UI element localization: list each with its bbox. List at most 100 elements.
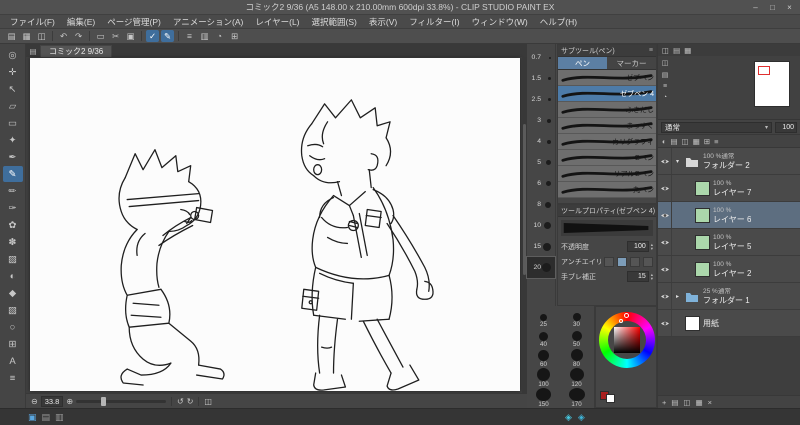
antialias-weak-button[interactable]: [617, 256, 627, 267]
folder-expand-arrow[interactable]: [674, 158, 681, 165]
tool-decoration[interactable]: ✽: [3, 234, 23, 250]
workspace-icon[interactable]: ⊞: [228, 30, 241, 42]
tool-ruler[interactable]: ≡: [3, 370, 23, 386]
menu-item[interactable]: アニメーション(A): [167, 15, 250, 29]
brush-size-preset[interactable]: 6: [527, 173, 555, 194]
pen-list-item[interactable]: Gペン: [558, 150, 656, 166]
command-icon[interactable]: [87, 30, 92, 42]
canvas[interactable]: [30, 58, 520, 391]
layers-bottom-icon[interactable]: ×: [708, 398, 712, 407]
open-icon[interactable]: ▦: [20, 30, 33, 42]
command-icon[interactable]: [176, 30, 181, 42]
redo-icon[interactable]: ↷: [72, 30, 85, 42]
command-icon[interactable]: [139, 30, 144, 42]
tool-blend[interactable]: ◐: [3, 268, 23, 284]
フォルダー 1[interactable]: 25 %通常 フォルダー 1: [658, 283, 800, 310]
snap-toggle-icon[interactable]: ✓: [146, 30, 159, 42]
brush-size-preset[interactable]: 4: [527, 131, 555, 152]
brush-size-circle[interactable]: 30: [560, 308, 593, 328]
navigator-thumbnail[interactable]: [754, 61, 790, 107]
status-icon[interactable]: ◈: [578, 412, 585, 423]
tool-figure[interactable]: ○: [3, 319, 23, 335]
brush-size-circle[interactable]: 80: [560, 348, 593, 368]
brush-size-circle[interactable]: 50: [560, 328, 593, 348]
tool-auto-select[interactable]: ✦: [3, 132, 23, 148]
status-icon[interactable]: ▥: [55, 412, 64, 423]
paste-icon[interactable]: ▣: [124, 30, 137, 42]
fit-screen-icon[interactable]: ◫: [204, 397, 212, 406]
layer-opacity-value[interactable]: 100: [775, 121, 797, 133]
menu-item[interactable]: ページ管理(P): [101, 15, 167, 29]
menu-item[interactable]: ファイル(F): [4, 15, 61, 29]
maximize-button[interactable]: □: [764, 0, 781, 15]
brush-size-preset[interactable]: 5: [527, 152, 555, 173]
document-tab[interactable]: コミック2 9/36: [40, 45, 113, 57]
zoom-slider-thumb[interactable]: [101, 396, 107, 406]
selection-icon[interactable]: ▭: [94, 30, 107, 42]
brush-size-preset[interactable]: 20: [526, 256, 556, 279]
navigator-icon[interactable]: ◔: [660, 94, 670, 101]
navigator-icon[interactable]: ≡: [660, 83, 670, 90]
zoom-value[interactable]: 33.8: [40, 395, 64, 407]
レイヤー 2[interactable]: 100 % レイヤー 2: [658, 256, 800, 283]
tool-pencil[interactable]: ✏: [3, 183, 23, 199]
folder-expand-arrow[interactable]: [674, 293, 681, 300]
layers-toolbar-icon[interactable]: ▤: [671, 137, 678, 146]
antialias-strong-button[interactable]: [643, 256, 653, 267]
hue-marker[interactable]: [624, 313, 629, 318]
rotate-right-icon[interactable]: ↻: [187, 397, 194, 406]
tool-frame[interactable]: ⊞: [3, 336, 23, 352]
menu-item[interactable]: ヘルプ(H): [534, 15, 583, 29]
menu-item[interactable]: 表示(V): [363, 15, 403, 29]
status-icon[interactable]: ▤: [42, 412, 51, 423]
layers-toolbar-icon[interactable]: ◫: [682, 137, 689, 146]
layers-bottom-icon[interactable]: ▦: [696, 398, 703, 407]
layers-bottom-icon[interactable]: ◫: [683, 398, 690, 407]
tool-brush[interactable]: ✑: [3, 200, 23, 216]
visibility-eye-icon[interactable]: [658, 202, 672, 228]
pen-list-item[interactable]: ゼブペン: [558, 70, 656, 86]
page-icon[interactable]: ▤: [26, 45, 40, 57]
brush-size-circle[interactable]: 170: [560, 388, 593, 408]
antialias-mid-button[interactable]: [630, 256, 640, 267]
brush-size-circle[interactable]: 100: [527, 368, 560, 388]
panel-menu-icon[interactable]: ≡: [649, 47, 653, 54]
pen-list-item[interactable]: ゼブペン 4: [558, 86, 656, 102]
zoom-slider[interactable]: [76, 396, 167, 406]
visibility-eye-icon[interactable]: [658, 175, 672, 201]
opacity-spinner[interactable]: ▴ ▾: [651, 242, 653, 251]
palette-tab-icon[interactable]: ◫: [662, 46, 669, 55]
tool-fill[interactable]: ◆: [3, 285, 23, 301]
rotate-view-icon[interactable]: ◔: [213, 30, 226, 42]
close-button[interactable]: ×: [781, 0, 798, 15]
レイヤー 5[interactable]: 100 % レイヤー 5: [658, 229, 800, 256]
antialias-off-button[interactable]: [604, 256, 614, 267]
brush-size-circle[interactable]: 25: [527, 308, 560, 328]
tool-gradient[interactable]: ▧: [3, 302, 23, 318]
brush-size-circle[interactable]: 150: [527, 388, 560, 408]
zoom-in-icon[interactable]: ⊕: [66, 397, 73, 406]
用紙[interactable]: 用紙: [658, 310, 800, 337]
tool-layer-move[interactable]: ▱: [3, 98, 23, 114]
rotate-left-icon[interactable]: ↺: [177, 397, 184, 406]
menu-item[interactable]: 選択範囲(S): [306, 15, 363, 29]
material-icon[interactable]: ▥: [198, 30, 211, 42]
tool-zoom[interactable]: ◎: [3, 47, 23, 63]
save-icon[interactable]: ◫: [35, 30, 48, 42]
brush-size-circle[interactable]: 120: [560, 368, 593, 388]
opacity-value[interactable]: 100: [626, 241, 649, 252]
pen-list-item[interactable]: まっすぐ: [558, 118, 656, 134]
menu-item[interactable]: フィルター(I): [403, 15, 465, 29]
sub-color-swatch[interactable]: [606, 394, 615, 403]
palette-tab-icon[interactable]: ▤: [673, 46, 680, 55]
stabilization-value[interactable]: 15: [626, 271, 649, 282]
レイヤー 6[interactable]: 100 % レイヤー 6: [658, 202, 800, 229]
pen-list-item[interactable]: ふきだし: [558, 102, 656, 118]
sv-marker[interactable]: [619, 319, 623, 323]
visibility-eye-icon[interactable]: [658, 229, 672, 255]
navigator-view-rect[interactable]: [758, 66, 770, 75]
レイヤー 7[interactable]: 100 % レイヤー 7: [658, 175, 800, 202]
pen-input-icon[interactable]: ✎: [161, 30, 174, 42]
layers-toolbar-icon[interactable]: ≡: [714, 137, 718, 146]
navigator-icon[interactable]: ▤: [660, 71, 670, 79]
